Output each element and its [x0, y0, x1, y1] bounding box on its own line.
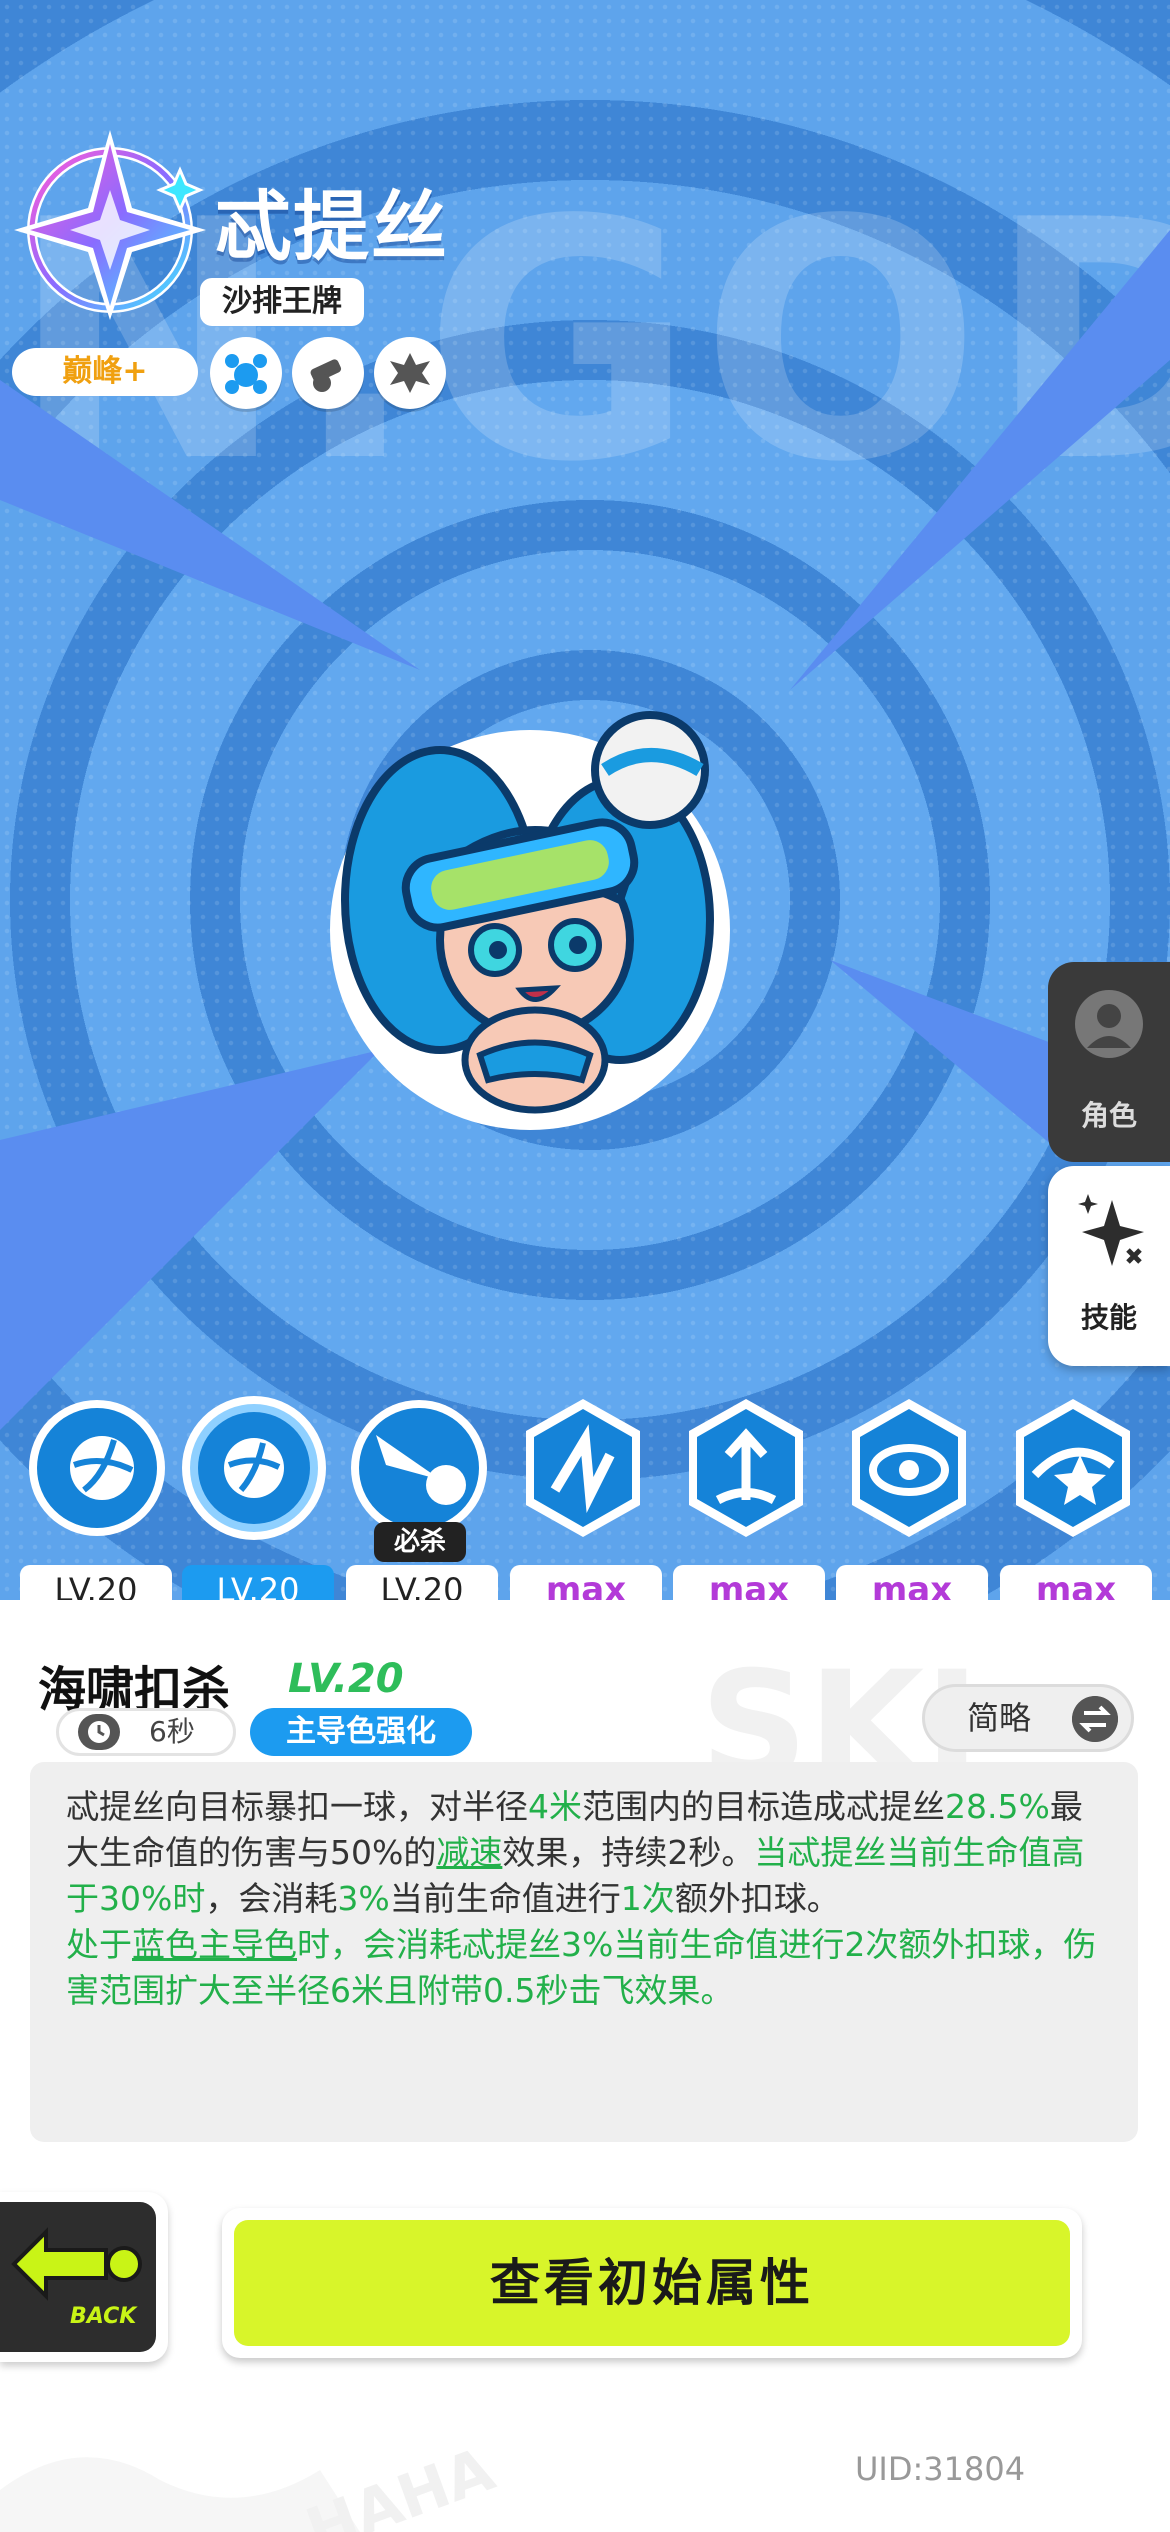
ultimate-tag: 必杀 — [374, 1522, 466, 1562]
rank-star-emblem-icon — [14, 130, 206, 320]
skill-slot-1[interactable] — [24, 1395, 170, 1541]
desc-highlight: 1次 — [620, 1879, 675, 1918]
spin-star-icon — [1016, 1399, 1130, 1537]
vortex-eye-icon — [852, 1399, 966, 1537]
star-burst-icon — [526, 1399, 640, 1537]
cooldown-clock-icon — [78, 1714, 120, 1750]
decor-spike-left — [0, 380, 420, 670]
rank-badge: 巅峰+ — [12, 348, 198, 396]
desc-highlight: 3% — [337, 1879, 390, 1918]
cannon-icon — [292, 337, 364, 409]
side-tab-skill[interactable]: 技能 — [1048, 1166, 1170, 1366]
skill-slot-7[interactable] — [1000, 1395, 1146, 1541]
back-button[interactable]: BACK — [0, 2192, 168, 2362]
side-menu: 角色 技能 — [1048, 962, 1170, 1366]
decor-spike-right — [790, 230, 1170, 690]
side-tab-skill-label: 技能 — [1080, 1301, 1137, 1334]
desc-text: 忒提丝向目标暴扣一球，对半径 — [66, 1787, 528, 1826]
user-id: UID:31804 — [855, 2450, 1026, 2488]
decor-spike-lower-right — [830, 960, 1070, 1160]
desc-highlight: 处于 — [66, 1925, 132, 1964]
sparkle-icon — [1078, 1194, 1144, 1266]
skill-description: 忒提丝向目标暴扣一球，对半径4米范围内的目标造成忒提丝28.5%最大生命值的伤害… — [30, 1762, 1138, 2142]
swap-arrows-icon — [1072, 1696, 1118, 1742]
desc-highlight: 蓝色主导色 — [132, 1925, 297, 1964]
side-tab-role[interactable]: 角色 — [1048, 962, 1170, 1162]
fountain-arrow-icon — [689, 1399, 803, 1537]
skill-slot-5[interactable] — [673, 1395, 819, 1541]
desc-text: ，会消耗 — [205, 1879, 338, 1918]
arrow-left-icon — [11, 2227, 142, 2301]
desc-text: 当前生命值进行 — [389, 1879, 621, 1918]
back-label: BACK — [70, 2304, 137, 2329]
volleyball-target-icon — [182, 1396, 326, 1540]
spike-ball-icon — [351, 1400, 487, 1536]
skill-slot-2-selected[interactable] — [181, 1395, 327, 1541]
view-base-stats-button-frame: 查看初始属性 — [222, 2208, 1082, 2358]
character-portrait — [330, 711, 730, 1130]
desc-text: 范围内的目标造成忒提丝 — [582, 1787, 945, 1826]
character-name: 忒提丝 — [215, 182, 449, 271]
volleyball-icon — [29, 1400, 165, 1536]
paw-icon — [210, 337, 282, 409]
skill-detail-level: LV.20 — [288, 1656, 404, 1702]
person-icon — [1075, 990, 1143, 1058]
side-tab-role-label: 角色 — [1080, 1099, 1137, 1132]
desc-highlight: 减速 — [436, 1833, 503, 1872]
spiky-shield-icon — [374, 337, 446, 409]
desc-highlight: 28.5% — [945, 1787, 1050, 1826]
character-showcase: N.GOD 忒提丝 沙排王牌 巅峰+ 必杀 LV.20 LV.20 LV.20 … — [0, 0, 1170, 1610]
skill-slot-6[interactable] — [836, 1395, 982, 1541]
desc-text: 额外扣球。 — [674, 1879, 840, 1918]
view-base-stats-button[interactable]: 查看初始属性 — [234, 2220, 1070, 2346]
back-button-face: BACK — [0, 2202, 156, 2352]
desc-highlight: 4米 — [528, 1787, 582, 1826]
desc-text: 效果，持续2秒。 — [502, 1833, 755, 1872]
skill-detail-panel: SKI 海啸扣杀 LV.20 6秒 主导色强化 简略 忒提丝向目标暴扣一球，对半… — [0, 1600, 1170, 2532]
dominant-color-tag: 主导色强化 — [250, 1708, 472, 1756]
skill-slot-4[interactable] — [510, 1395, 656, 1541]
character-title-badge: 沙排王牌 — [200, 278, 364, 326]
skill-slot-3-ultimate[interactable] — [346, 1395, 492, 1541]
